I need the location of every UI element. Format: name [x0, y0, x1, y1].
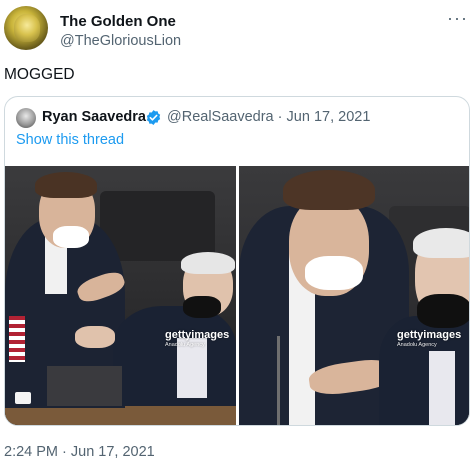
tweet-header: The Golden One @TheGloriousLion ···	[4, 4, 470, 54]
quoted-author-avatar[interactable]	[16, 108, 36, 128]
quoted-author-handle[interactable]: @RealSaavedra	[167, 109, 274, 125]
quoted-date[interactable]: Jun 17, 2021	[287, 109, 371, 125]
quoted-author-name[interactable]: Ryan Saavedra	[42, 109, 146, 125]
author-avatar[interactable]	[4, 6, 48, 50]
tweet-text: MOGGED	[4, 66, 75, 83]
quoted-meta: @RealSaavedra · Jun 17, 2021	[167, 109, 370, 125]
author-name[interactable]: The Golden One	[60, 13, 176, 30]
show-thread-link[interactable]: Show this thread	[16, 132, 124, 148]
photo-grid: gettyimages Anadolu Agency gettyimages A…	[5, 166, 469, 425]
photo-left[interactable]: gettyimages Anadolu Agency	[5, 166, 236, 425]
author-handle[interactable]: @TheGloriousLion	[60, 33, 181, 49]
photo-watermark: gettyimages Anadolu Agency	[397, 329, 462, 348]
verified-badge-icon	[146, 110, 161, 125]
tweet-timestamp[interactable]: 2:24 PM · Jun 17, 2021	[4, 444, 155, 460]
photo-watermark: gettyimages Anadolu Agency	[165, 329, 230, 348]
meta-separator: ·	[277, 109, 283, 125]
more-horizontal-icon[interactable]: ···	[447, 8, 468, 29]
photo-right[interactable]: gettyimages Anadolu Agency	[239, 166, 469, 425]
quoted-tweet[interactable]: Ryan Saavedra @RealSaavedra · Jun 17, 20…	[4, 96, 470, 426]
